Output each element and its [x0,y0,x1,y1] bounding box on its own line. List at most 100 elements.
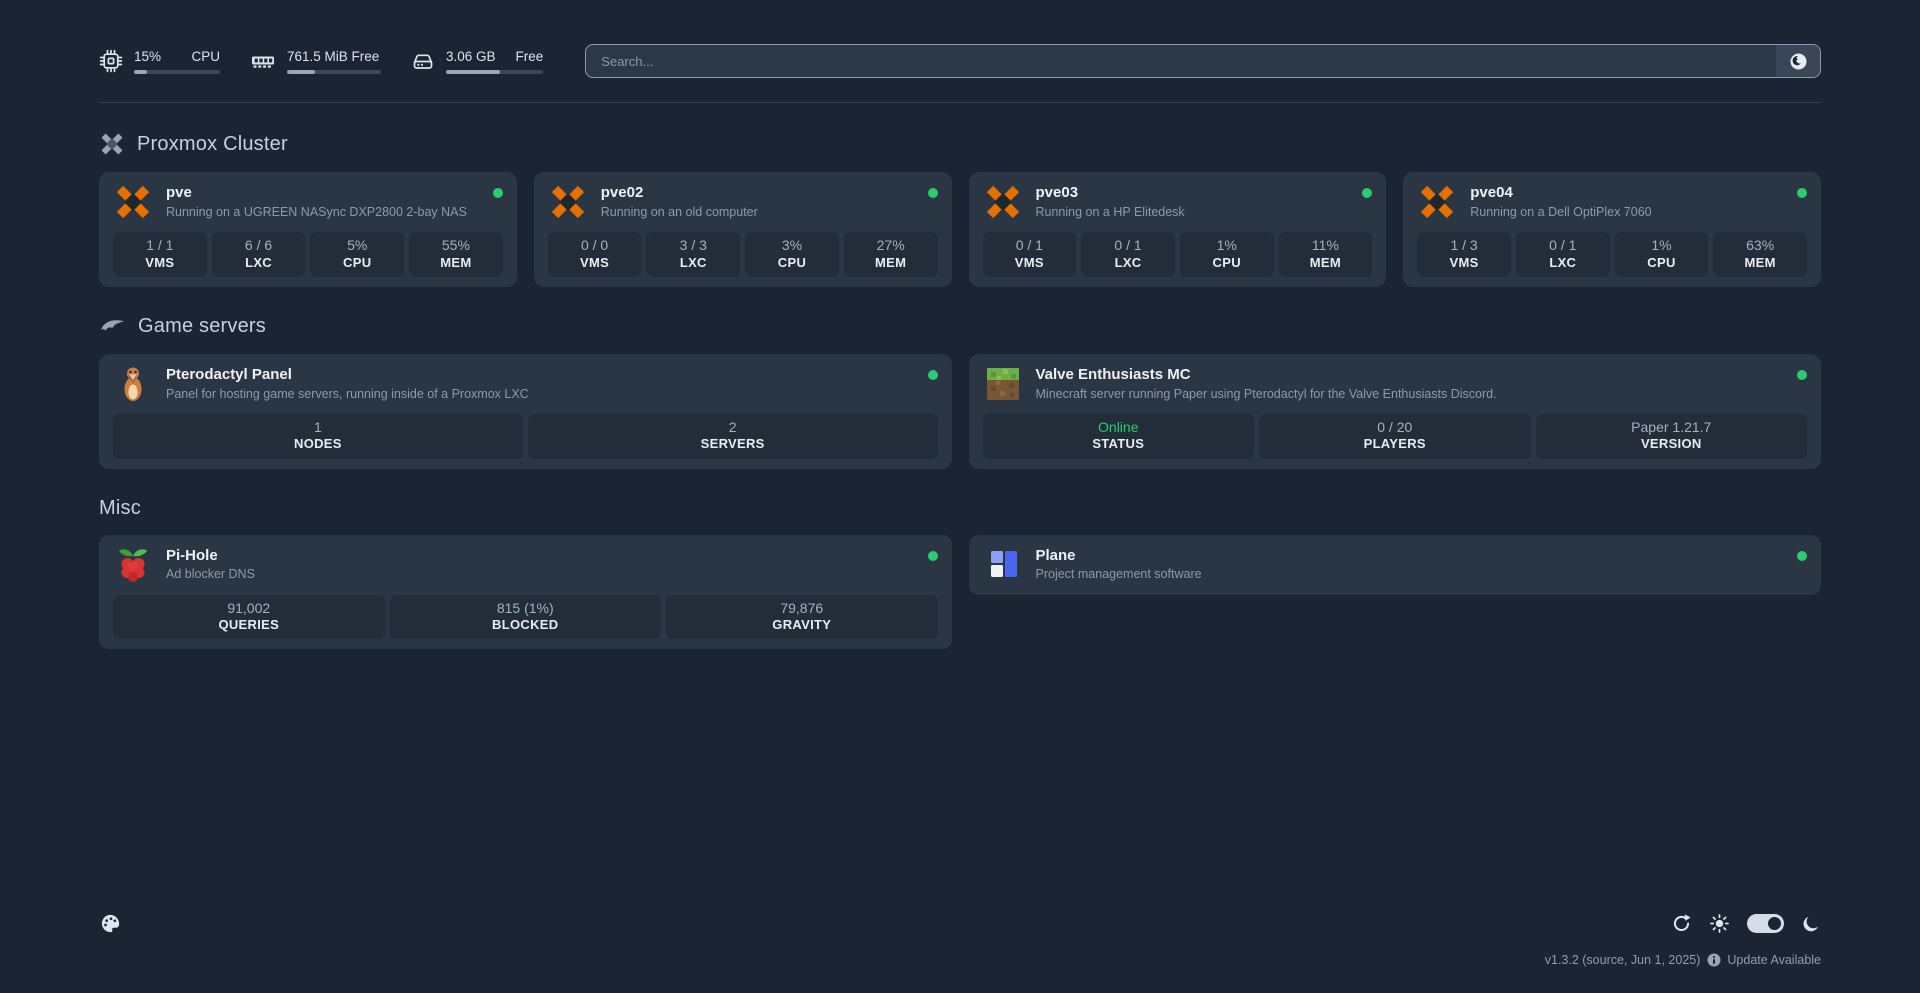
stat-lxc: 0 / 1 LXC [1081,232,1175,277]
light-mode-sun-icon [1709,913,1730,934]
theme-toggle[interactable] [1747,914,1784,933]
topbar: 15% CPU [99,44,1821,78]
stat-cpu: 3% CPU [745,232,839,277]
section-title: Game servers [138,315,266,338]
card-title: Plane [1036,546,1202,566]
proxmox-cards-row: pve Running on a UGREEN NASync DXP2800 2… [99,172,1821,287]
update-available-link[interactable]: Update Available [1707,953,1821,967]
proxmox-icon [548,182,588,222]
stat-gravity: 79,876 GRAVITY [666,595,938,640]
status-dot [928,551,938,561]
cpu-metric: 15% CPU [99,49,220,74]
card-subtitle: Ad blocker DNS [166,566,255,583]
search-engine-button[interactable] [1776,45,1820,77]
card-subtitle: Minecraft server running Paper using Pte… [1036,386,1497,403]
refresh-icon [1671,913,1692,934]
game-cards-row: Pterodactyl Panel Panel for hosting game… [99,354,1821,469]
section-title: Misc [99,497,141,520]
cpu-usage-bar [134,70,220,74]
section-title: Proxmox Cluster [137,133,288,156]
disk-free-label: Free [516,49,544,64]
palette-icon [99,912,122,935]
card-title: pve04 [1470,183,1651,203]
cpu-usage-label: CPU [191,49,220,64]
dark-mode-moon-icon [1801,914,1821,934]
topbar-divider [99,102,1821,103]
proxmox-section-icon [99,131,125,157]
stat-cpu: 1% CPU [1615,232,1709,277]
card-subtitle: Running on an old computer [601,204,758,221]
misc-cards-row: Pi-Hole Ad blocker DNS 91,002 QUERIES 81… [99,535,1821,650]
card-pi-hole[interactable]: Pi-Hole Ad blocker DNS 91,002 QUERIES 81… [99,535,952,650]
card-pve02[interactable]: pve02 Running on an old computer 0 / 0 V… [534,172,952,287]
pterodactyl-icon [113,364,153,404]
stat-vms: 1 / 3 VMS [1417,232,1511,277]
version-text: v1.3.2 (source, Jun 1, 2025) [1545,953,1701,967]
stat-lxc: 0 / 1 LXC [1516,232,1610,277]
plane-icon [983,545,1023,585]
status-dot [493,188,503,198]
stat-mem: 63% MEM [1713,232,1807,277]
ram-usage-bar [287,70,381,74]
card-pve[interactable]: pve Running on a UGREEN NASync DXP2800 2… [99,172,517,287]
pterodactyl-section-icon [99,315,126,339]
search-engine-icon [1789,52,1808,71]
page-container: 15% CPU [99,0,1821,649]
ram-metric: 761.5 MiB Free [250,48,381,74]
search-bar [585,44,1821,78]
proxmox-icon [983,182,1023,222]
card-title: Pterodactyl Panel [166,365,529,385]
stat-blocked: 815 (1%) BLOCKED [390,595,662,640]
stat-mem: 27% MEM [844,232,938,277]
card-title: pve02 [601,183,758,203]
search-input[interactable] [586,45,1776,77]
card-title: pve [166,183,467,203]
status-dot [1797,551,1807,561]
status-dot [1797,188,1807,198]
disk-icon [411,49,435,73]
proxmox-icon [1417,182,1457,222]
stat-nodes: 1 NODES [113,414,523,459]
stat-vms: 1 / 1 VMS [113,232,207,277]
card-pve03[interactable]: pve03 Running on a HP Elitedesk 0 / 1 VM… [969,172,1387,287]
ram-free-value: 761.5 MiB Free [287,49,379,64]
stat-players: 0 / 20 PLAYERS [1259,414,1531,459]
card-subtitle: Running on a Dell OptiPlex 7060 [1470,204,1651,221]
disk-usage-bar [446,70,543,74]
status-dot [928,370,938,380]
ram-icon [250,48,276,74]
theme-palette-button[interactable] [99,912,122,935]
stat-mem: 55% MEM [409,232,503,277]
cpu-usage-value: 15% [134,49,161,64]
theme-toggle-knob [1768,917,1781,930]
section-game-servers: Game servers [99,315,1821,339]
stat-cpu: 5% CPU [310,232,404,277]
proxmox-icon [113,182,153,222]
update-available-label: Update Available [1727,953,1821,967]
refresh-button[interactable] [1671,913,1692,934]
card-title: Pi-Hole [166,546,255,566]
version-row: v1.3.2 (source, Jun 1, 2025) Update Avai… [1545,953,1821,967]
section-misc: Misc [99,497,1821,520]
stat-lxc: 6 / 6 LXC [212,232,306,277]
card-subtitle: Running on a HP Elitedesk [1036,204,1185,221]
footer [99,912,1821,935]
cpu-icon [99,49,123,73]
minecraft-grass-block-icon [983,364,1023,404]
card-title: Valve Enthusiasts MC [1036,365,1497,385]
stat-version: Paper 1.21.7 VERSION [1536,414,1808,459]
stat-vms: 0 / 1 VMS [983,232,1077,277]
pi-hole-raspberry-icon [113,545,153,585]
status-dot [1797,370,1807,380]
card-title: pve03 [1036,183,1185,203]
disk-free-value: 3.06 GB [446,49,496,64]
stat-mem: 11% MEM [1279,232,1373,277]
card-pterodactyl-panel[interactable]: Pterodactyl Panel Panel for hosting game… [99,354,952,469]
card-pve04[interactable]: pve04 Running on a Dell OptiPlex 7060 1 … [1403,172,1821,287]
card-plane[interactable]: Plane Project management software [969,535,1822,595]
card-subtitle: Project management software [1036,566,1202,583]
section-proxmox-cluster: Proxmox Cluster [99,131,1821,157]
stat-cpu: 1% CPU [1180,232,1274,277]
stat-status: Online STATUS [983,414,1255,459]
card-valve-enthusiasts-mc[interactable]: Valve Enthusiasts MC Minecraft server ru… [969,354,1822,469]
